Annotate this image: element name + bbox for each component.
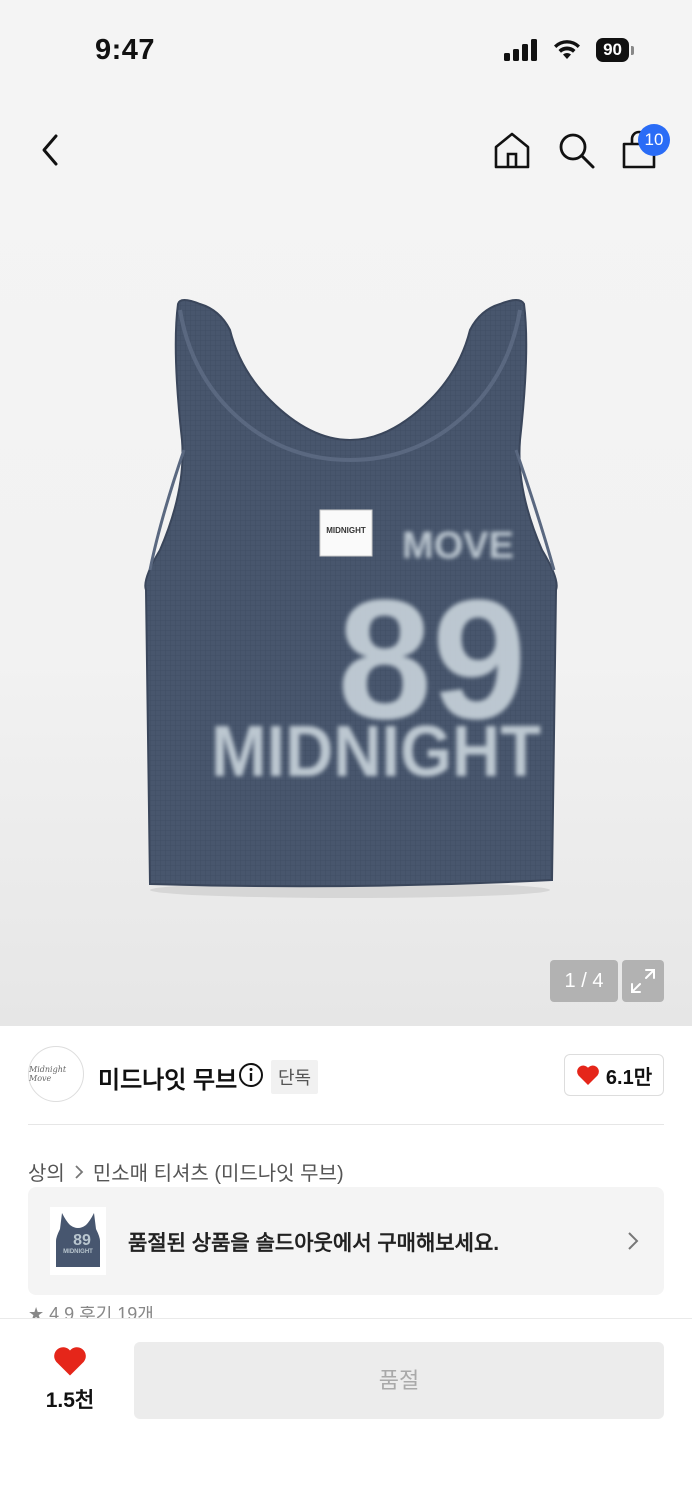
search-icon[interactable] [556,130,596,170]
breadcrumb-category[interactable]: 상의 [28,1157,65,1186]
cart-button[interactable]: 10 [618,124,670,170]
clothing-label-text: MIDNIGHT [326,526,366,535]
cellular-signal-icon [504,39,538,61]
status-icons: 90 [504,38,634,62]
cart-count-badge: 10 [638,124,670,156]
brand-like-button[interactable]: 6.1만 [564,1054,664,1096]
product-like-button[interactable]: 1.5천 [30,1345,110,1414]
thumb-brand-text: MIDNIGHT [63,1249,93,1255]
heart-icon [577,1065,599,1085]
battery-cap [631,45,634,55]
image-counter: 1 / 4 [550,960,618,1002]
status-bar: 9:47 90 [0,0,692,100]
product-gallery[interactable]: 10 MIDNIGHT MOVE 89 MIDNIGHT 1 / 4 [0,100,692,1026]
breadcrumb-subcategory[interactable]: 민소매 티셔츠 (미드나잇 무브) [93,1157,344,1186]
print-move-text: MOVE [402,525,514,567]
back-arrow-icon[interactable] [34,130,68,170]
chevron-right-icon [628,1232,639,1250]
home-icon[interactable] [492,130,532,170]
soldout-banner[interactable]: 89 MIDNIGHT 품절된 상품을 솔드아웃에서 구매해보세요. [28,1187,664,1295]
soldout-banner-text: 품절된 상품을 솔드아웃에서 구매해보세요. [128,1232,500,1255]
wifi-icon [554,40,581,59]
expand-icon [631,969,655,993]
product-like-count: 1.5천 [45,1389,95,1412]
banner-thumbnail: 89 MIDNIGHT [50,1207,106,1275]
expand-image-button[interactable] [622,960,664,1002]
heart-icon [54,1347,86,1376]
sold-out-button[interactable]: 품절 [134,1342,664,1419]
breadcrumb: 상의 민소매 티셔츠 (미드나잇 무브) [28,1157,344,1186]
info-icon[interactable] [238,1062,264,1088]
product-photo[interactable]: MIDNIGHT MOVE 89 MIDNIGHT [120,290,580,900]
brand-like-count: 6.1만 [605,1066,653,1089]
brand-logo-text: Midnight Move [29,1065,67,1083]
status-time: 9:47 [95,34,156,66]
brand-logo[interactable]: Midnight Move [28,1046,84,1102]
battery-indicator: 90 [596,38,634,62]
battery-level: 90 [596,38,629,62]
brand-row: Midnight Move 미드나잇 무브 단독 6.1만 [28,1046,664,1106]
exclusive-badge: 단독 [271,1060,319,1094]
section-divider [28,1124,664,1125]
print-brand-text: MIDNIGHT [211,712,541,792]
thumb-number-text: 89 [73,1232,91,1249]
chevron-right-icon [75,1164,84,1179]
brand-name[interactable]: 미드나잇 무브 [98,1060,237,1095]
bottom-action-bar: 1.5천 품절 [0,1318,692,1500]
